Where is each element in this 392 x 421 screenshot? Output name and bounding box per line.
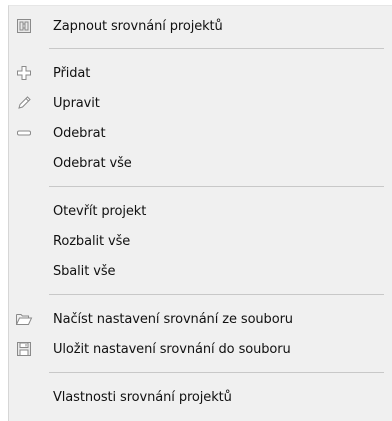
menu-separator	[49, 294, 384, 295]
menu-item-label: Přidat	[53, 65, 91, 81]
menu-item-expand-all[interactable]: Rozbalit vše	[9, 226, 392, 256]
menu-separator	[49, 48, 384, 49]
menu-item-load-settings[interactable]: Načíst nastavení srovnání ze souboru	[9, 304, 392, 334]
menu-item-label: Vlastnosti srovnání projektů	[53, 389, 232, 405]
menu-item-label: Upravit	[53, 95, 100, 111]
menu-item-label: Otevřít projekt	[53, 203, 147, 219]
menu-item-save-settings[interactable]: Uložit nastavení srovnání do souboru	[9, 334, 392, 364]
menu-item-label: Sbalit vše	[53, 263, 116, 279]
pencil-icon	[15, 94, 33, 112]
menu-separator	[49, 372, 384, 373]
menu-item-label: Uložit nastavení srovnání do souboru	[53, 341, 291, 357]
menu-item-open-project[interactable]: Otevřít projekt	[9, 196, 392, 226]
menu-item-label: Rozbalit vše	[53, 233, 131, 249]
menu-item-label: Zapnout srovnání projektů	[53, 18, 223, 34]
minus-icon	[15, 124, 33, 142]
menu-item-add[interactable]: Přidat	[9, 58, 392, 88]
menu-item-label: Načíst nastavení srovnání ze souboru	[53, 311, 293, 327]
menu-item-remove-all[interactable]: Odebrat vše	[9, 148, 392, 178]
folder-open-icon	[15, 310, 33, 328]
menu-item-label: Odebrat vše	[53, 155, 132, 171]
context-menu: Zapnout srovnání projektů Přidat Upravit	[8, 5, 392, 421]
menu-item-comparison-properties[interactable]: Vlastnosti srovnání projektů	[9, 382, 392, 412]
screenshot-canvas: ​ Zapnout srovnání projektů	[0, 0, 392, 421]
menu-item-enable-comparison[interactable]: Zapnout srovnání projektů	[9, 11, 392, 41]
menu-item-collapse-all[interactable]: Sbalit vše	[9, 256, 392, 286]
save-disk-icon	[15, 340, 33, 358]
plus-icon	[15, 64, 33, 82]
compare-toggle-icon	[15, 17, 33, 35]
menu-item-remove[interactable]: Odebrat	[9, 118, 392, 148]
menu-item-edit[interactable]: Upravit	[9, 88, 392, 118]
menu-separator	[49, 186, 384, 187]
menu-item-label: Odebrat	[53, 125, 106, 141]
